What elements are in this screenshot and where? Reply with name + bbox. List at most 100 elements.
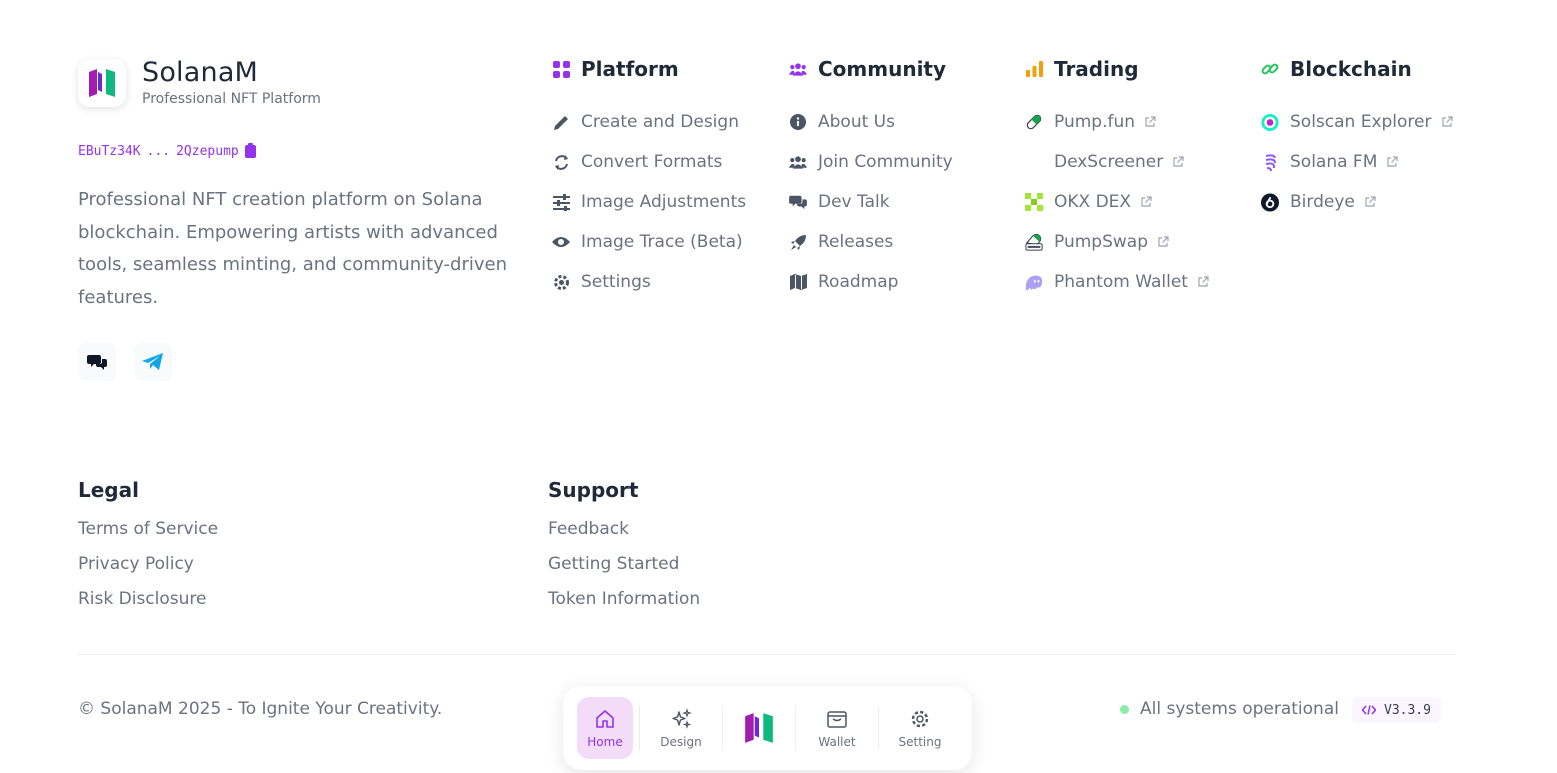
dock-wallet[interactable]: Wallet xyxy=(802,697,872,759)
nav-about-us[interactable]: About Us xyxy=(789,102,953,142)
solana-fm-icon xyxy=(1261,153,1279,171)
link-birdeye[interactable]: Birdeye xyxy=(1261,182,1453,222)
link-phantom-wallet[interactable]: Phantom Wallet xyxy=(1025,262,1209,302)
address-end: 2Qzepump xyxy=(176,144,239,159)
bottom-dock: Home Design Wallet Setting xyxy=(563,686,972,770)
users-icon xyxy=(789,153,807,171)
platform-column: Platform Create and Design Convert Forma… xyxy=(552,56,746,302)
nav-releases[interactable]: Releases xyxy=(789,222,953,262)
rocket-icon xyxy=(789,233,807,251)
telegram-social-button[interactable] xyxy=(134,343,172,381)
contract-address[interactable]: EBuTz34K ... 2Qzepump xyxy=(78,143,256,159)
dock-home[interactable]: Home xyxy=(577,697,633,759)
nav-label: Image Adjustments xyxy=(581,192,747,212)
address-start: EBuTz34K xyxy=(78,144,141,159)
dock-setting[interactable]: Setting xyxy=(885,697,955,759)
nav-join-community[interactable]: Join Community xyxy=(789,142,953,182)
legal-section: Legal Terms of Service Privacy Policy Ri… xyxy=(78,478,218,623)
link-label: OKX DEX xyxy=(1054,192,1132,212)
nav-image-trace[interactable]: Image Trace (Beta) xyxy=(552,222,746,262)
nav-settings[interactable]: Settings xyxy=(552,262,746,302)
gear-icon xyxy=(552,273,570,291)
link-chain-icon xyxy=(1261,60,1279,78)
clipboard-icon[interactable] xyxy=(244,143,256,158)
dock-home-label: Home xyxy=(587,734,623,749)
brand-description: Professional NFT creation platform on So… xyxy=(78,189,507,308)
link-terms-of-service[interactable]: Terms of Service xyxy=(78,518,218,553)
pumpswap-icon xyxy=(1025,233,1043,251)
solanam-logo-icon xyxy=(745,713,773,743)
solanam-logo-icon xyxy=(89,68,115,97)
chat-bubbles-icon xyxy=(789,193,807,211)
link-token-information[interactable]: Token Information xyxy=(548,588,700,623)
support-section: Support Feedback Getting Started Token I… xyxy=(548,478,700,623)
link-label: Solana FM xyxy=(1290,152,1378,172)
link-pumpswap[interactable]: PumpSwap xyxy=(1025,222,1209,262)
link-solscan-explorer[interactable]: Solscan Explorer xyxy=(1261,102,1453,142)
legal-heading: Legal xyxy=(78,478,139,502)
social-links xyxy=(78,343,172,381)
link-feedback[interactable]: Feedback xyxy=(548,518,700,553)
link-risk-disclosure[interactable]: Risk Disclosure xyxy=(78,588,218,623)
blockchain-heading: Blockchain xyxy=(1261,56,1453,82)
nav-label: Roadmap xyxy=(818,272,899,292)
link-label: Pump.fun xyxy=(1054,112,1136,132)
nav-image-adjustments[interactable]: Image Adjustments xyxy=(552,182,746,222)
solscan-icon xyxy=(1261,113,1279,131)
bar-chart-icon xyxy=(1025,60,1043,78)
eye-icon xyxy=(552,233,570,251)
external-link-icon xyxy=(1144,116,1156,128)
nav-dev-talk[interactable]: Dev Talk xyxy=(789,182,953,222)
blockchain-title: Blockchain xyxy=(1290,57,1412,81)
code-icon xyxy=(1362,705,1376,715)
community-title: Community xyxy=(818,57,947,81)
pill-icon xyxy=(1025,113,1043,131)
nav-create-and-design[interactable]: Create and Design xyxy=(552,102,746,142)
platform-heading: Platform xyxy=(552,56,746,82)
solanam-logo[interactable] xyxy=(78,58,126,107)
dock-setting-label: Setting xyxy=(898,734,942,749)
external-link-icon xyxy=(1157,236,1169,248)
link-okx-dex[interactable]: OKX DEX xyxy=(1025,182,1209,222)
copyright-text: © SolanaM 2025 - To Ignite Your Creativi… xyxy=(78,699,443,719)
gear-icon xyxy=(911,710,929,727)
footer-divider xyxy=(78,654,1456,655)
link-label: Solscan Explorer xyxy=(1290,112,1432,132)
platform-title: Platform xyxy=(581,57,679,81)
phantom-ghost-icon xyxy=(1025,273,1043,291)
link-dexscreener[interactable]: DexScreener xyxy=(1025,142,1209,182)
dock-design[interactable]: Design xyxy=(646,697,716,759)
link-solana-fm[interactable]: Solana FM xyxy=(1261,142,1453,182)
link-privacy-policy[interactable]: Privacy Policy xyxy=(78,553,218,588)
system-status: All systems operational xyxy=(1120,699,1339,719)
dock-separator xyxy=(722,706,723,750)
link-label: DexScreener xyxy=(1054,152,1164,172)
telegram-icon xyxy=(142,353,163,370)
nav-label: Dev Talk xyxy=(818,192,890,212)
link-getting-started[interactable]: Getting Started xyxy=(548,553,700,588)
grid-icon xyxy=(552,60,570,78)
external-link-icon xyxy=(1197,276,1209,288)
dock-wallet-label: Wallet xyxy=(818,734,856,749)
external-link-icon xyxy=(1441,116,1453,128)
community-heading: Community xyxy=(789,56,953,82)
status-text: All systems operational xyxy=(1140,699,1339,719)
nav-convert-formats[interactable]: Convert Formats xyxy=(552,142,746,182)
link-pump-fun[interactable]: Pump.fun xyxy=(1025,102,1209,142)
dock-separator xyxy=(795,706,796,750)
external-link-icon xyxy=(1172,156,1184,168)
link-label: Phantom Wallet xyxy=(1054,272,1188,292)
dev-talk-social-button[interactable] xyxy=(78,343,116,381)
sliders-icon xyxy=(552,193,570,211)
status-dot-icon xyxy=(1120,704,1129,714)
nav-label: Releases xyxy=(818,232,894,252)
dexscreener-icon xyxy=(1025,153,1043,171)
chat-bubbles-icon xyxy=(87,355,107,370)
home-icon xyxy=(596,709,614,728)
community-column: Community About Us Join Community Dev Ta… xyxy=(789,56,953,302)
nav-roadmap[interactable]: Roadmap xyxy=(789,262,953,302)
trading-title: Trading xyxy=(1054,57,1139,81)
dock-logo-button[interactable] xyxy=(729,697,789,759)
pencil-icon xyxy=(552,113,570,131)
external-link-icon xyxy=(1386,156,1398,168)
